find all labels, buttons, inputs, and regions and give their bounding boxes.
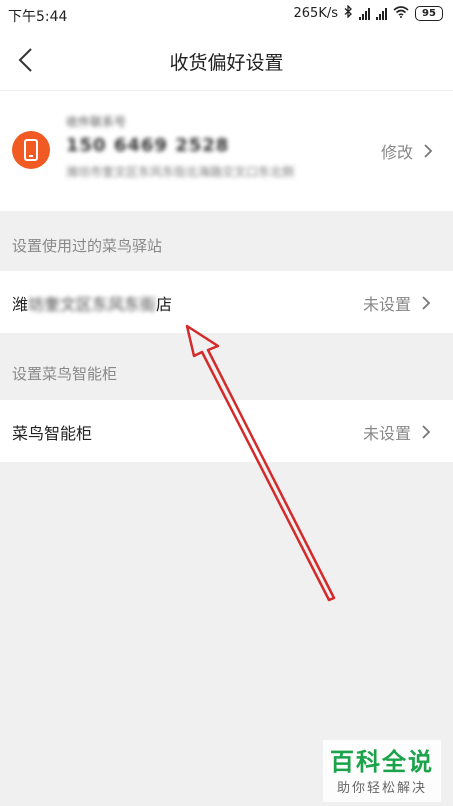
chevron-right-icon (421, 424, 431, 440)
wifi-icon (393, 5, 409, 22)
station-label: 潍坊奎文区东风东街店 (12, 291, 172, 315)
bluetooth-icon (344, 4, 353, 22)
signal-icon-2 (376, 7, 387, 20)
locker-status: 未设置 (363, 420, 431, 444)
edit-address-button[interactable]: 修改 (381, 139, 433, 163)
station-label-blurred: 坊奎文区东风东街 (28, 295, 157, 314)
watermark-main: 百科全说 (330, 748, 434, 776)
page-title: 收货偏好设置 (169, 52, 284, 74)
watermark-sub: 助你轻松解决 (336, 781, 427, 796)
address-phone: 150 6469 2528 (66, 135, 230, 156)
station-status: 未设置 (363, 291, 431, 315)
status-bar: 下午5:44 265K/s 95 (0, 0, 453, 30)
station-label-suffix: 店 (156, 295, 173, 314)
address-detail: 潍坊市奎文区东风东街北海路交叉口东北侧 (66, 165, 295, 179)
station-label-prefix: 潍 (12, 295, 29, 314)
edit-label: 修改 (380, 143, 413, 162)
chevron-right-icon (423, 143, 433, 159)
battery-icon: 95 (415, 6, 443, 21)
station-status-text: 未设置 (362, 295, 411, 314)
locker-row[interactable]: 菜鸟智能柜 未设置 (0, 400, 453, 462)
address-card[interactable]: 收件联系号 150 6469 2528 潍坊市奎文区东风东街北海路交叉口东北侧 … (0, 90, 453, 211)
network-speed: 265K/s (293, 6, 339, 21)
locker-section-header: 设置菜鸟智能柜 (12, 365, 118, 383)
locker-status-text: 未设置 (362, 424, 411, 443)
station-section-header: 设置使用过的菜鸟驿站 (12, 237, 163, 255)
watermark-logo: 百科全说 助你轻松解决 (323, 740, 441, 802)
phone-icon (12, 131, 50, 169)
status-indicators: 265K/s 95 (293, 4, 443, 22)
chevron-right-icon (421, 295, 431, 311)
address-name: 收件联系号 (66, 115, 127, 129)
status-time: 下午5:44 (8, 9, 68, 25)
station-row[interactable]: 潍坊奎文区东风东街店 未设置 (0, 271, 453, 333)
locker-label: 菜鸟智能柜 (12, 424, 93, 443)
signal-icon (359, 7, 370, 20)
nav-bar: 收货偏好设置 (0, 30, 453, 90)
